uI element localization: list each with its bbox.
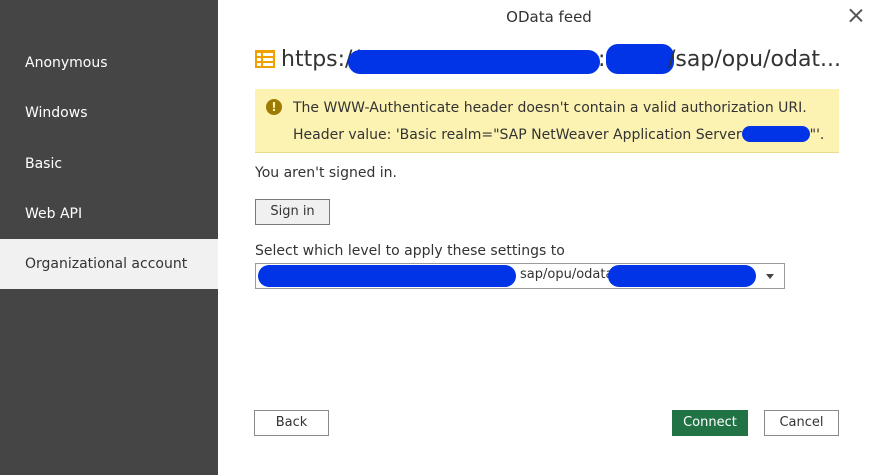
dialog-title: OData feed <box>506 8 592 26</box>
warning-message: The WWW-Authenticate header doesn't cont… <box>293 100 807 116</box>
warning-banner: ! The WWW-Authenticate header doesn't co… <box>255 89 839 153</box>
back-button[interactable]: Back <box>254 410 329 436</box>
odata-feed-icon <box>255 50 275 68</box>
sidebar-item-anonymous[interactable]: Anonymous <box>0 38 218 88</box>
cancel-button[interactable]: Cancel <box>764 410 839 436</box>
level-select-value: sap/opu/odata <box>520 267 614 282</box>
close-icon[interactable] <box>845 5 867 27</box>
redaction-mark <box>606 44 674 74</box>
level-label: Select which level to apply these settin… <box>255 243 565 259</box>
feed-url-colon: : <box>598 47 606 72</box>
auth-sidebar: Anonymous Windows Basic Web API Organiza… <box>0 0 218 475</box>
sidebar-item-web-api[interactable]: Web API <box>0 189 218 239</box>
level-select[interactable]: sap/opu/odata <box>255 263 785 289</box>
sidebar-item-windows[interactable]: Windows <box>0 88 218 138</box>
warning-header-value: Header value: 'Basic realm="SAP NetWeave… <box>293 126 824 143</box>
redaction-mark <box>348 50 600 74</box>
redaction-mark <box>741 126 810 142</box>
sidebar-item-organizational-account[interactable]: Organizational account <box>0 239 218 289</box>
warning-header-value-prefix: Header value: 'Basic realm="SAP NetWeave… <box>293 127 742 143</box>
sign-in-button[interactable]: Sign in <box>255 199 330 225</box>
redaction-mark <box>258 265 516 287</box>
warning-icon: ! <box>266 99 282 115</box>
sidebar-item-basic[interactable]: Basic <box>0 139 218 189</box>
sign-in-status: You aren't signed in. <box>255 165 397 181</box>
warning-header-value-suffix: "'. <box>809 127 825 143</box>
chevron-down-icon[interactable] <box>766 274 774 279</box>
feed-url-suffix: /sap/opu/odat... <box>668 47 842 72</box>
connect-button[interactable]: Connect <box>672 410 748 436</box>
redaction-mark <box>608 265 756 287</box>
